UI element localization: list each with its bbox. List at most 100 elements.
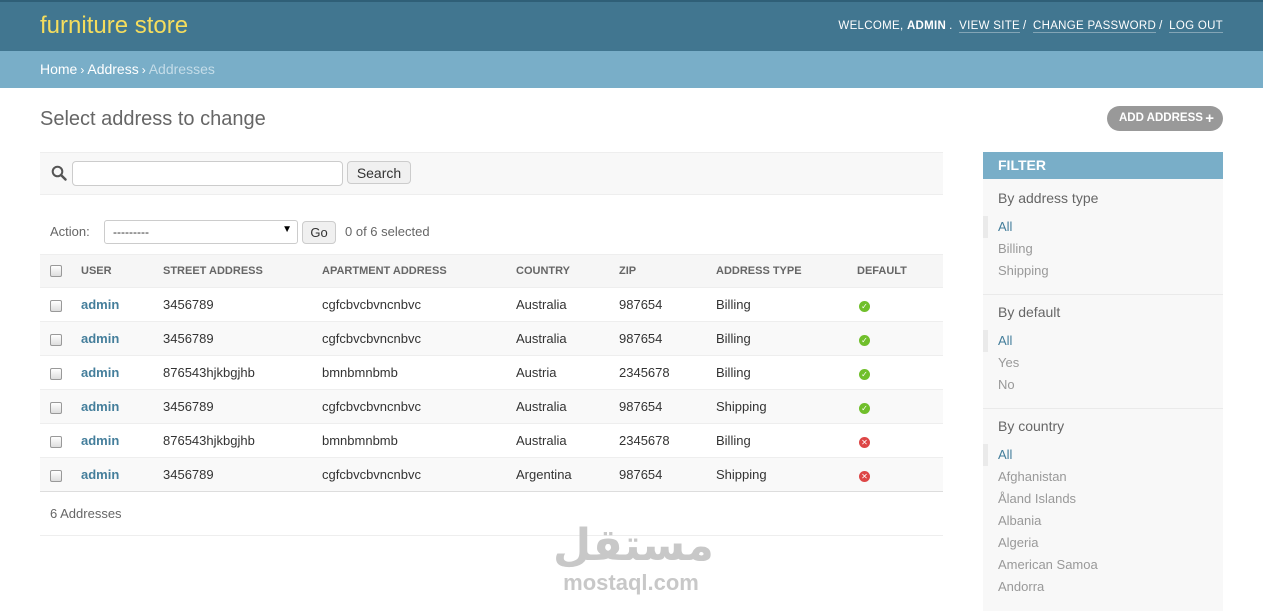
filter-option[interactable]: All — [983, 216, 1223, 238]
breadcrumb-app[interactable]: Address — [87, 61, 138, 77]
filter-option[interactable]: Algeria — [983, 532, 1223, 554]
cell-zip: 987654 — [619, 321, 716, 356]
selection-counter: 0 of 6 selected — [345, 224, 430, 239]
user-tools: Welcome, admin. View site / Change passwo… — [838, 20, 1223, 33]
cell-user: admin — [81, 321, 163, 356]
action-select[interactable]: --------- ▼ — [104, 220, 298, 244]
search-button[interactable]: Search — [347, 161, 411, 184]
breadcrumb-separator: › — [80, 63, 85, 77]
cell-address-type: Billing — [716, 355, 857, 390]
filter-option[interactable]: Billing — [983, 238, 1223, 260]
column-header-street-address[interactable]: Street address — [163, 254, 322, 288]
watermark-latin: mostaql.com — [563, 570, 699, 595]
breadcrumb-home[interactable]: Home — [40, 61, 77, 77]
filter-option[interactable]: All — [983, 444, 1223, 466]
cell-street-address: 3456789 — [163, 457, 322, 492]
watermark-logo: مستقل mostaql.com — [553, 520, 714, 602]
cell-country: Australia — [516, 389, 619, 424]
cell-default: ✕ — [857, 423, 943, 458]
user-link[interactable]: admin — [81, 365, 119, 380]
action-select-value: --------- — [113, 225, 149, 239]
filter-sidebar: Filter By address type All Billing Shipping… — [983, 152, 1223, 611]
select-all-checkbox[interactable] — [50, 265, 62, 278]
table-row: admin 3456789 cgfcbvcbvncnbvc Australia 9876… — [40, 389, 943, 424]
row-checkbox[interactable] — [50, 435, 62, 448]
filter-group: By address type All Billing Shipping — [983, 179, 1223, 294]
cell-address-type: Shipping — [716, 457, 857, 492]
column-header-address-type[interactable]: Address type — [716, 254, 857, 288]
filter-option[interactable]: Åland Islands — [983, 488, 1223, 510]
filter-option[interactable]: Yes — [983, 352, 1223, 374]
change-password-link[interactable]: Change password — [1033, 20, 1157, 33]
row-select-cell — [40, 457, 81, 492]
cell-zip: 987654 — [619, 389, 716, 424]
cell-zip: 2345678 — [619, 355, 716, 390]
cell-country: Argentina — [516, 457, 619, 492]
user-link[interactable]: admin — [81, 433, 119, 448]
filter-option[interactable]: Shipping — [983, 260, 1223, 282]
filter-option[interactable]: American Samoa — [983, 554, 1223, 576]
filter-options: All Yes No — [983, 330, 1223, 396]
cell-default: ✓ — [857, 355, 943, 390]
row-checkbox[interactable] — [50, 333, 62, 346]
cell-user: admin — [81, 389, 163, 424]
result-table: User Street address Apartment address Co… — [40, 254, 943, 492]
page-title: Select address to change — [40, 108, 266, 130]
column-header-default[interactable]: Default — [857, 254, 943, 288]
row-checkbox[interactable] — [50, 401, 62, 414]
cell-street-address: 876543hjkbgjhb — [163, 355, 322, 390]
check-circle-icon: ✓ — [859, 369, 870, 380]
add-address-label: Add address — [1119, 112, 1203, 124]
cell-default: ✓ — [857, 389, 943, 424]
column-header-zip[interactable]: Zip — [619, 254, 716, 288]
user-link[interactable]: admin — [81, 399, 119, 414]
column-header-country[interactable]: Country — [516, 254, 619, 288]
action-label: Action: — [50, 224, 90, 239]
cell-street-address: 3456789 — [163, 389, 322, 424]
column-header-apartment-address[interactable]: Apartment address — [322, 254, 516, 288]
row-checkbox[interactable] — [50, 469, 62, 482]
search-input[interactable] — [72, 161, 343, 186]
cell-country: Australia — [516, 287, 619, 322]
cell-country: Australia — [516, 423, 619, 458]
cell-apartment-address: cgfcbvcbvncnbvc — [322, 321, 516, 356]
user-link[interactable]: admin — [81, 331, 119, 346]
search-icon — [51, 165, 67, 181]
row-checkbox[interactable] — [50, 299, 62, 312]
filter-option[interactable]: Andorra — [983, 576, 1223, 598]
filter-option[interactable]: All — [983, 330, 1223, 352]
cell-apartment-address: bmnbmnbmb — [322, 423, 516, 458]
cell-user: admin — [81, 355, 163, 390]
cell-zip: 2345678 — [619, 423, 716, 458]
table-row: admin 876543hjkbgjhb bmnbmnbmb Australia 234… — [40, 423, 943, 458]
filter-option[interactable]: Albania — [983, 510, 1223, 532]
site-branding[interactable]: furniture store — [40, 12, 188, 40]
filter-option[interactable]: Afghanistan — [983, 466, 1223, 488]
cell-apartment-address: cgfcbvcbvncnbvc — [322, 389, 516, 424]
add-address-button[interactable]: Add address + — [1107, 106, 1223, 131]
row-select-cell — [40, 389, 81, 424]
user-link[interactable]: admin — [81, 467, 119, 482]
column-header-user[interactable]: User — [81, 254, 163, 288]
cell-street-address: 3456789 — [163, 287, 322, 322]
cell-address-type: Billing — [716, 287, 857, 322]
filter-heading: By default — [998, 304, 1061, 320]
select-all-cell — [40, 254, 81, 288]
cell-street-address: 876543hjkbgjhb — [163, 423, 322, 458]
header-bar: furniture store Welcome, admin. View sit… — [0, 0, 1263, 51]
check-circle-icon: ✓ — [859, 335, 870, 346]
view-site-link[interactable]: View site — [959, 20, 1020, 33]
user-link[interactable]: admin — [81, 297, 119, 312]
filter-options: All Billing Shipping — [983, 216, 1223, 282]
row-checkbox[interactable] — [50, 367, 62, 380]
check-circle-icon: ✓ — [859, 403, 870, 414]
breadcrumb: Home › Address › Addresses — [0, 51, 1263, 88]
filter-option[interactable]: No — [983, 374, 1223, 396]
table-header-row: User Street address Apartment address Co… — [40, 254, 943, 288]
cell-country: Austria — [516, 355, 619, 390]
paginator: 6 Addresses — [40, 493, 943, 536]
cell-address-type: Billing — [716, 321, 857, 356]
log-out-link[interactable]: Log out — [1169, 20, 1223, 33]
go-button[interactable]: Go — [302, 221, 336, 244]
watermark-arabic: مستقل — [553, 520, 714, 571]
